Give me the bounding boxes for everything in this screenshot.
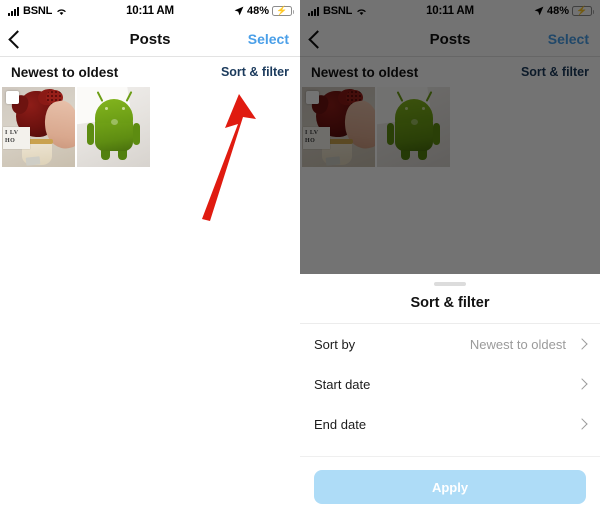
sort-summary-row: Newest to oldest Sort & filter — [0, 57, 300, 87]
option-row-sort-by[interactable]: Sort by Newest to oldest — [300, 324, 600, 364]
option-value: Newest to oldest — [469, 336, 566, 352]
photo-thumbnail-bouquet[interactable]: I LVHO — [2, 87, 75, 167]
drag-handle[interactable] — [434, 282, 466, 286]
chevron-right-icon — [576, 338, 588, 350]
photo-select-checkbox[interactable] — [6, 91, 19, 104]
status-bar-right: 48% ⚡ — [234, 5, 294, 17]
photo-thumbnail-android[interactable] — [77, 87, 150, 167]
current-sort-label: Newest to oldest — [11, 64, 119, 80]
phone-screen-after: BSNL 10:11 AM 48% ⚡ Posts S — [300, 0, 600, 532]
navigation-bar: Posts Select — [0, 22, 300, 56]
apply-button[interactable]: Apply — [314, 470, 586, 504]
location-arrow-icon — [234, 6, 244, 16]
photo-grid: I LVHO — [0, 87, 300, 167]
modal-scrim-overlay[interactable] — [300, 0, 600, 274]
chevron-right-icon — [576, 418, 588, 430]
sheet-title: Sort & filter — [410, 295, 490, 311]
sort-filter-bottom-sheet: Sort & filter Sort by Newest to oldest S… — [300, 274, 600, 532]
sheet-footer-divider — [300, 456, 600, 457]
phone-screen-before: BSNL 10:11 AM 48% ⚡ Posts Select Newest … — [0, 0, 300, 532]
option-row-start-date[interactable]: Start date — [300, 364, 600, 404]
option-label: Start date — [314, 376, 371, 392]
battery-charging-icon: ⚡ — [272, 6, 294, 16]
select-button[interactable]: Select — [248, 31, 289, 47]
chevron-right-icon — [576, 378, 588, 390]
option-row-end-date[interactable]: End date — [300, 404, 600, 444]
option-label: Sort by — [314, 336, 356, 352]
screenshot-pair: BSNL 10:11 AM 48% ⚡ Posts Select Newest … — [0, 0, 600, 532]
option-label: End date — [314, 416, 367, 432]
battery-percent-label: 48% — [246, 5, 269, 17]
status-bar: BSNL 10:11 AM 48% ⚡ — [0, 0, 300, 22]
sort-and-filter-button[interactable]: Sort & filter — [221, 65, 289, 79]
